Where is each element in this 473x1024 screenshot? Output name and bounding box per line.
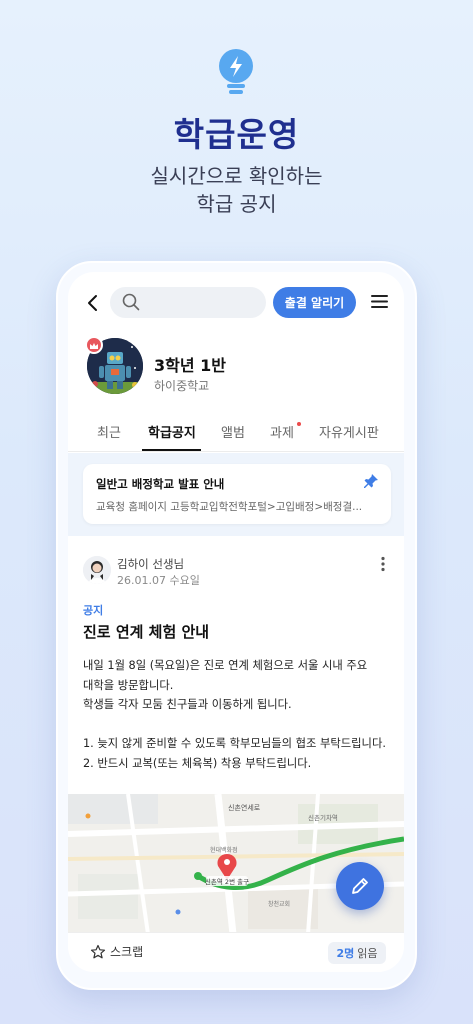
class-avatar[interactable]: [85, 336, 143, 394]
pinned-notice-description: 교육청 홈페이지 고등학교입학전학포털>고입배정>배정결...: [96, 501, 363, 513]
author-name: 김하이 선생님: [117, 557, 185, 571]
map-label-station: 신촌기차역: [308, 813, 338, 822]
back-icon[interactable]: [86, 294, 100, 312]
post-title: 진로 연계 체험 안내: [83, 623, 210, 641]
read-label: 읽음: [357, 947, 378, 960]
pencil-icon: [352, 878, 368, 894]
school-name: 하이중학교: [154, 379, 210, 393]
post-body-line: 대학을 방문합니다.: [83, 678, 174, 692]
post-body-line: 학생들 각자 모둠 친구들과 이동하게 됩니다.: [83, 698, 292, 711]
app-screen: 출결 알리기 3학년 1반 하이중학교 최근 학급공지 앨범 과제 자유게시판 …: [68, 272, 404, 972]
map-label-street: 신촌연세로: [228, 803, 261, 812]
tab-recent[interactable]: 최근: [97, 422, 121, 441]
tab-free-board[interactable]: 자유게시판: [319, 422, 379, 441]
pin-icon: [363, 473, 379, 489]
author-avatar[interactable]: [83, 556, 111, 584]
post-body-line: 1. 늦지 않게 준비할 수 있도록 학부모님들의 협조 부탁드립니다.: [83, 737, 386, 750]
star-icon: [90, 944, 106, 958]
post-body: 내일 1월 8일 (목요일)은 진로 연계 체험으로 서울 시내 주요 대학을 …: [83, 656, 393, 773]
top-bar: 출결 알리기: [68, 272, 404, 334]
more-options-icon[interactable]: [380, 556, 386, 572]
map-label-exit: 신촌역 2번 출구: [205, 877, 249, 886]
tab-assignment[interactable]: 과제: [270, 422, 294, 441]
pinned-area: 일반고 배정학교 발표 안내 교육청 홈페이지 고등학교입학전학포털>고입배정>…: [68, 453, 404, 536]
active-tab-indicator: [142, 449, 201, 451]
attendance-notify-button[interactable]: 출결 알리기: [273, 287, 356, 318]
write-post-button[interactable]: [336, 862, 384, 910]
post-category: 공지: [83, 604, 104, 617]
scrap-button[interactable]: 스크랩: [90, 943, 143, 960]
new-dot-badge: [297, 422, 301, 426]
post-body-spacer: [83, 715, 393, 735]
pinned-notice-card[interactable]: 일반고 배정학교 발표 안내 교육청 홈페이지 고등학교입학전학포털>고입배정>…: [83, 464, 391, 524]
lightbulb-icon: [216, 48, 256, 98]
hamburger-menu-icon[interactable]: [371, 294, 388, 309]
search-input[interactable]: [110, 287, 266, 318]
crown-badge-icon: [85, 336, 103, 354]
search-icon: [122, 293, 140, 311]
hero-subtitle: 실시간으로 확인하는 학급 공지: [0, 162, 473, 218]
pinned-notice-title: 일반고 배정학교 발표 안내: [96, 477, 225, 491]
post-body-line: 2. 반드시 교복(또는 체육복) 착용 부탁드립니다.: [83, 756, 312, 770]
map-label-store: 현대백화점: [210, 846, 238, 854]
post-body-line: 내일 1월 8일 (목요일)은 진로 연계 체험으로 서울 시내 주요: [83, 659, 368, 672]
read-count: 2명: [336, 947, 355, 960]
read-count-badge[interactable]: 2명 읽음: [328, 942, 386, 964]
tab-album[interactable]: 앨범: [221, 422, 245, 441]
map-label-church: 창천교회: [268, 900, 290, 908]
hero-subtitle-line2: 학급 공지: [196, 192, 277, 216]
board-tabs: 최근 학급공지 앨범 과제 자유게시판: [68, 412, 404, 452]
post-footer: 스크랩 2명 읽음: [68, 932, 404, 972]
post-date: 26.01.07 수요일: [117, 574, 200, 587]
scrap-label: 스크랩: [110, 945, 144, 959]
class-name: 3학년 1반: [154, 356, 226, 375]
hero-title: 학급운영: [173, 115, 300, 154]
tab-class-notice[interactable]: 학급공지: [148, 422, 196, 441]
hero-subtitle-line1: 실시간으로 확인하는: [150, 164, 323, 188]
